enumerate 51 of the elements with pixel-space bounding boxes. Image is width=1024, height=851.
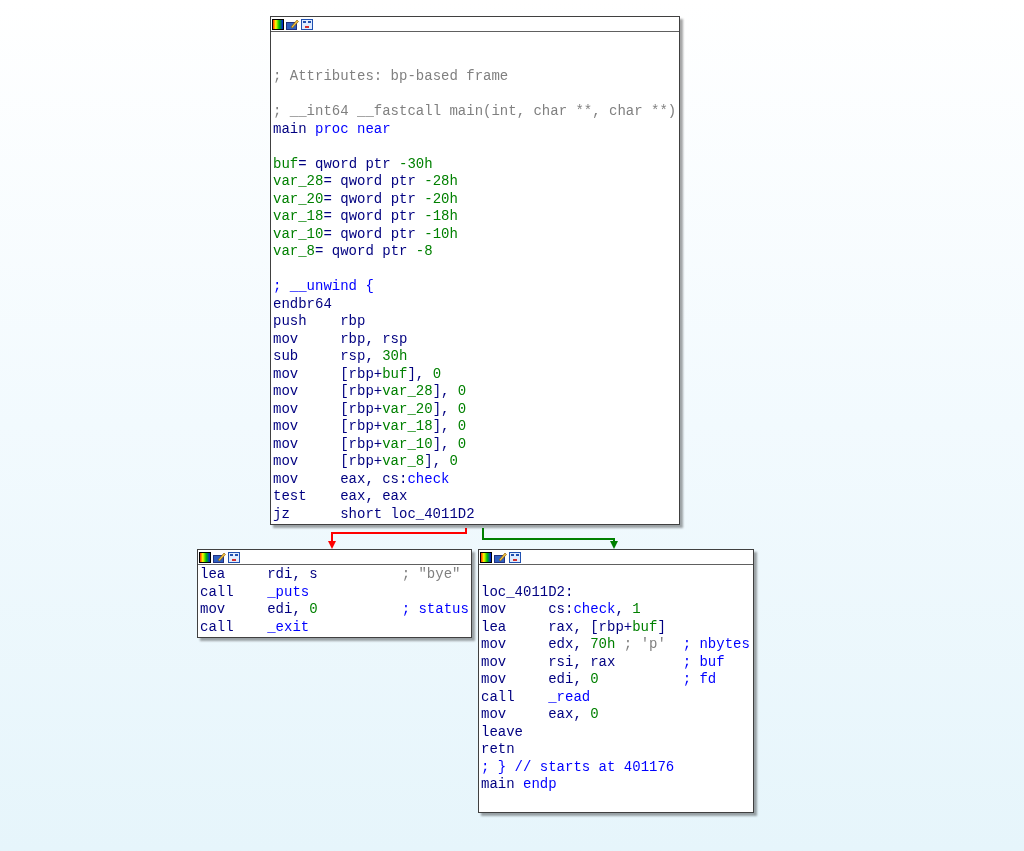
code-line: mov edi, 0 ; fd xyxy=(481,671,718,689)
pencil-folder-icon[interactable] xyxy=(286,18,299,30)
graph-icon[interactable] xyxy=(228,551,240,563)
code-line: mov [rbp+var_28], 0 xyxy=(273,383,468,401)
code-line: mov cs:check, 1 xyxy=(481,601,642,619)
code-line: mov [rbp+var_20], 0 xyxy=(273,400,468,418)
code-line: lea rdi, s ; "bye" xyxy=(200,566,462,584)
code-line: mov edx, 70h ; 'p' ; nbytes xyxy=(481,636,751,654)
code-line: var_20= qword ptr -20h xyxy=(273,190,459,208)
code-line: mov [rbp+var_18], 0 xyxy=(273,418,468,436)
code-line: lea rax, [rbp+buf] xyxy=(481,618,667,636)
code-line: call _exit xyxy=(200,618,311,636)
code-line: var_28= qword ptr -28h xyxy=(273,173,459,191)
color-palette-icon[interactable] xyxy=(272,18,284,30)
code-line: ; Attributes: bp-based frame xyxy=(273,68,510,86)
code-line: var_8= qword ptr -8 xyxy=(273,243,434,261)
code-line: mov rsi, rax ; buf xyxy=(481,653,726,671)
code-line: call _read xyxy=(481,688,592,706)
code-line: var_18= qword ptr -18h xyxy=(273,208,459,226)
code-line: ; __int64 __fastcall main(int, char **, char **) xyxy=(273,103,678,121)
code-line: leave xyxy=(481,723,524,741)
code-line: call _puts xyxy=(200,583,311,601)
code-block-node[interactable]: loc_4011D2: mov cs:check, 1 lea rax, [rbp+buf] mov edx, 70h ; 'p' ; nbytes mov rsi, rax ; buf mov edi, 0 ; fd call _read mov eax, 0 leave retn ; } // starts at 401176 main endp xyxy=(478,549,754,813)
code-line: ; } // starts at 401176 xyxy=(481,758,676,776)
code-block-node[interactable]: lea rdi, s ; "bye" call _puts mov edi, 0 ; status call _exit xyxy=(197,549,472,638)
color-palette-icon[interactable] xyxy=(199,551,211,563)
graph-icon[interactable] xyxy=(509,551,521,563)
code-line: push rbp xyxy=(273,313,367,331)
code-line: mov rbp, rsp xyxy=(273,330,409,348)
code-line: sub rsp, 30h xyxy=(273,348,409,366)
code-line: test eax, eax xyxy=(273,488,409,506)
code-line: main proc near xyxy=(273,120,392,138)
graph-icon[interactable] xyxy=(301,18,313,30)
code-line: mov eax, 0 xyxy=(481,706,600,724)
code-line: main endp xyxy=(481,776,558,794)
code-block-node[interactable] xyxy=(270,16,680,525)
code-line: mov eax, cs:check xyxy=(273,470,451,488)
code-line: var_10= qword ptr -10h xyxy=(273,225,459,243)
color-palette-icon[interactable] xyxy=(480,551,492,563)
code-line: mov edi, 0 ; status xyxy=(200,601,470,619)
code-line: loc_4011D2: xyxy=(481,583,575,601)
pencil-folder-icon[interactable] xyxy=(494,551,507,563)
code-line: mov [rbp+var_8], 0 xyxy=(273,453,459,471)
code-line: endbr64 xyxy=(273,295,333,313)
pencil-folder-icon[interactable] xyxy=(213,551,226,563)
code-line: mov [rbp+buf], 0 xyxy=(273,365,443,383)
code-line: mov [rbp+var_10], 0 xyxy=(273,435,468,453)
code-line: jz short loc_4011D2 xyxy=(273,505,476,523)
code-line: ; __unwind { xyxy=(273,278,375,296)
code-line: retn xyxy=(481,741,516,759)
code-line: buf= qword ptr -30h xyxy=(273,155,434,173)
